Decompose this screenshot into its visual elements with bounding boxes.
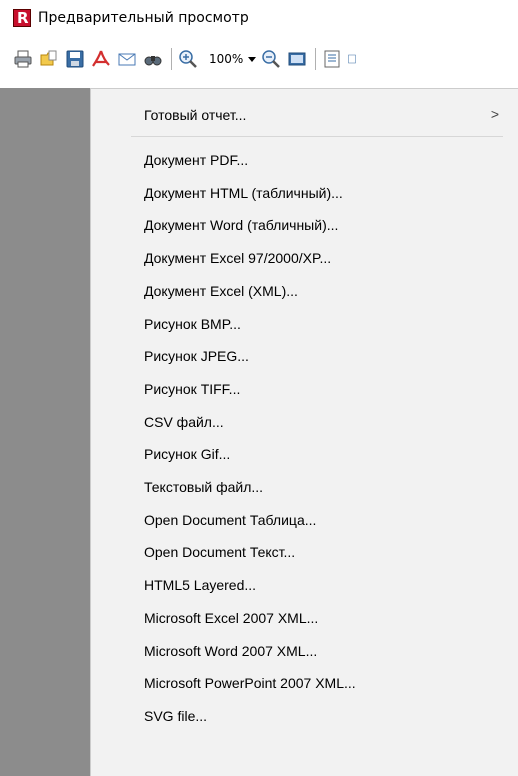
submenu-arrow-icon: > <box>490 106 499 122</box>
menu-item-export-ods[interactable]: Open Document Таблица... <box>91 505 518 535</box>
menu-item-export-word-2007[interactable]: Microsoft Word 2007 XML... <box>91 636 518 666</box>
menu-item-label: Open Document Текст... <box>144 544 296 561</box>
zoom-select[interactable]: 100% <box>209 52 257 66</box>
menu-item-export-pdf[interactable]: Документ PDF... <box>91 145 518 175</box>
zoom-in-button[interactable] <box>177 48 199 70</box>
export-dropdown-menu: Готовый отчет... > Документ PDF... Докуме… <box>90 88 518 776</box>
toolbar: 100% <box>0 36 518 82</box>
page-setup-icon <box>324 50 340 68</box>
menu-item-export-html5-layered[interactable]: HTML5 Layered... <box>91 570 518 600</box>
find-icon <box>144 56 162 66</box>
menu-item-label: Документ Word (табличный)... <box>144 217 339 234</box>
email-button[interactable] <box>116 48 138 70</box>
menu-item-prepared-report[interactable]: Готовый отчет... > <box>91 100 518 130</box>
save-button[interactable] <box>64 48 86 70</box>
open-icon <box>40 50 57 66</box>
menu-item-export-jpeg[interactable]: Рисунок JPEG... <box>91 341 518 371</box>
menu-item-export-excel-xml[interactable]: Документ Excel (XML)... <box>91 276 518 306</box>
menu-separator <box>131 136 503 137</box>
zoom-out-icon <box>262 50 281 68</box>
menu-item-export-powerpoint-2007[interactable]: Microsoft PowerPoint 2007 XML... <box>91 668 518 698</box>
print-icon <box>14 50 32 68</box>
open-button[interactable] <box>38 48 60 70</box>
page-setup-button[interactable] <box>321 48 343 70</box>
find-button[interactable] <box>142 48 164 70</box>
menu-item-label: Готовый отчет... <box>144 107 247 123</box>
menu-item-label: SVG file... <box>144 707 208 724</box>
logo-letter: R <box>17 9 29 27</box>
email-icon <box>118 53 136 66</box>
menu-item-export-html[interactable]: Документ HTML (табличный)... <box>91 178 518 208</box>
save-icon <box>66 50 84 68</box>
zoom-value: 100% <box>209 52 244 66</box>
zoom-out-button[interactable] <box>260 48 282 70</box>
menu-item-export-excel-97[interactable]: Документ Excel 97/2000/XP... <box>91 243 518 273</box>
menu-item-export-excel-2007[interactable]: Microsoft Excel 2007 XML... <box>91 603 518 633</box>
menu-item-label: Текстовый файл... <box>144 479 264 495</box>
menu-item-label: Документ Excel 97/2000/XP... <box>144 250 332 267</box>
menu-item-label: Microsoft Excel 2007 XML... <box>144 609 319 626</box>
export-pdf-button[interactable] <box>90 48 112 70</box>
page-view-icon <box>288 52 306 66</box>
menu-item-export-odt[interactable]: Open Document Текст... <box>91 537 518 567</box>
chevron-down-icon <box>248 56 257 62</box>
menu-item-export-tiff[interactable]: Рисунок TIFF... <box>91 374 518 404</box>
menu-item-export-bmp[interactable]: Рисунок BMP... <box>91 309 518 339</box>
menu-item-label: Рисунок TIFF... <box>144 380 241 397</box>
menu-item-label: Microsoft Word 2007 XML... <box>144 642 318 659</box>
zoom-in-icon <box>179 50 197 68</box>
outline-button[interactable] <box>347 48 357 70</box>
menu-item-label: Документ Excel (XML)... <box>144 282 298 299</box>
menu-item-label: Документ HTML (табличный)... <box>144 184 343 201</box>
menu-item-label: Microsoft PowerPoint 2007 XML... <box>144 675 356 692</box>
menu-item-label: Open Document Таблица... <box>144 511 317 528</box>
menu-item-label: Документ PDF... <box>144 152 249 168</box>
menu-item-export-svg[interactable]: SVG file... <box>91 701 518 731</box>
toolbar-separator <box>171 48 172 70</box>
menu-item-label: HTML5 Layered... <box>144 577 257 594</box>
menu-item-label: CSV файл... <box>144 413 224 430</box>
menu-item-export-text[interactable]: Текстовый файл... <box>91 472 518 502</box>
app-logo-icon: R <box>13 9 31 27</box>
menu-item-export-word[interactable]: Документ Word (табличный)... <box>91 210 518 240</box>
menu-item-export-csv[interactable]: CSV файл... <box>91 407 518 437</box>
toolbar-separator <box>315 48 317 70</box>
menu-item-label: Рисунок Gif... <box>144 446 231 463</box>
title-bar: R Предварительный просмотр <box>0 0 518 36</box>
outline-icon <box>348 54 357 64</box>
preview-area <box>0 88 90 776</box>
menu-item-label: Рисунок JPEG... <box>144 348 249 365</box>
window-title: Предварительный просмотр <box>38 10 249 26</box>
page-view-button[interactable] <box>286 48 308 70</box>
pdf-icon <box>92 50 110 67</box>
menu-item-export-gif[interactable]: Рисунок Gif... <box>91 439 518 469</box>
menu-item-label: Рисунок BMP... <box>144 315 241 332</box>
print-button[interactable] <box>12 48 34 70</box>
